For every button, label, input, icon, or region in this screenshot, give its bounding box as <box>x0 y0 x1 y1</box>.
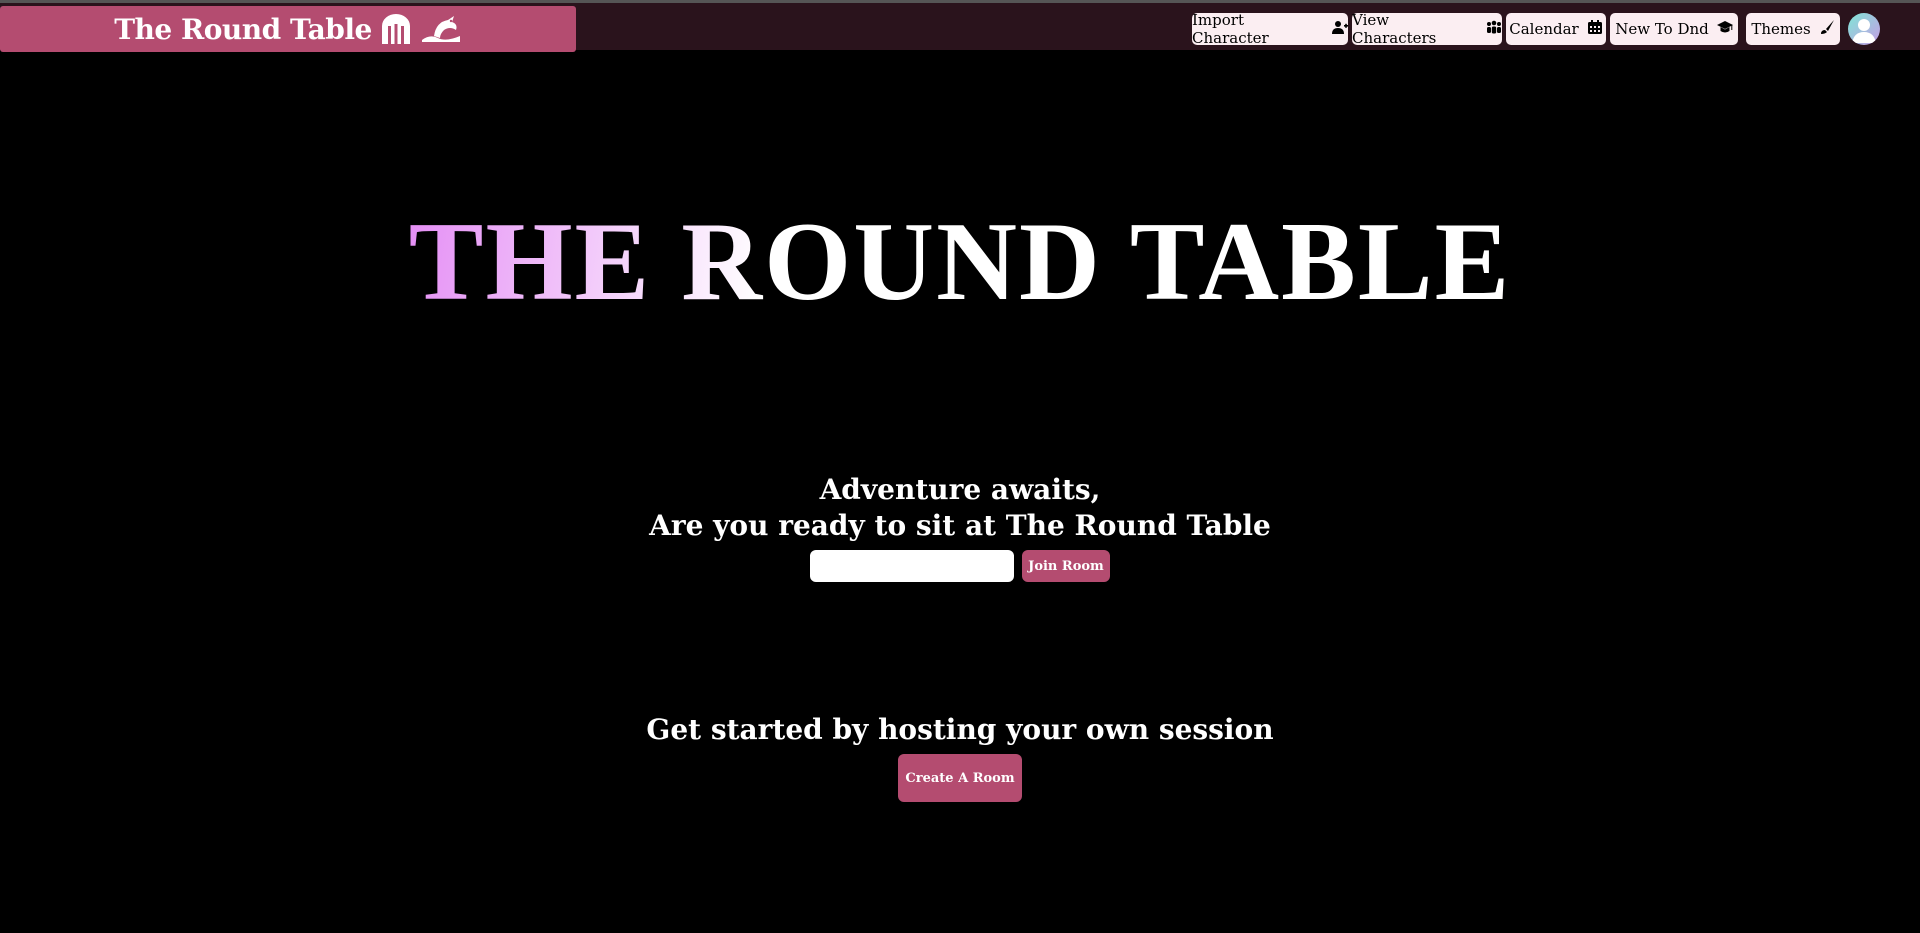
user-avatar[interactable] <box>1848 13 1880 45</box>
nav-label: Themes <box>1751 20 1811 38</box>
ready-to-sit-text: Are you ready to sit at The Round Table <box>649 509 1271 542</box>
create-room-button[interactable]: Create A Room <box>898 754 1022 802</box>
nav-label: Import Character <box>1192 11 1269 47</box>
adventure-awaits-text: Adventure awaits, <box>819 473 1101 506</box>
brand-title: The Round Table <box>114 12 372 46</box>
calendar-icon <box>1587 19 1603 39</box>
new-to-dnd-button[interactable]: New To Dnd <box>1610 13 1738 45</box>
dragon-icon <box>420 14 462 44</box>
user-plus-icon <box>1332 19 1348 39</box>
brand-logo[interactable]: The Round Table <box>0 6 576 52</box>
room-code-input[interactable] <box>810 550 1014 582</box>
castle-gate-icon <box>380 14 412 44</box>
graduation-cap-icon <box>1716 19 1733 39</box>
nav-label: New To Dnd <box>1615 20 1709 38</box>
import-character-button[interactable]: Import Character <box>1192 11 1348 47</box>
host-session-text: Get started by hosting your own session <box>646 713 1274 746</box>
themes-button[interactable]: Themes <box>1746 13 1840 45</box>
paint-brush-icon <box>1819 19 1835 39</box>
top-navbar: The Round Table Import Character View Ch… <box>0 0 1920 52</box>
join-room-form: Join Room <box>810 550 1110 582</box>
join-room-button[interactable]: Join Room <box>1022 550 1110 582</box>
nav-label: Calendar <box>1509 20 1579 38</box>
calendar-button[interactable]: Calendar <box>1506 13 1606 45</box>
view-characters-button[interactable]: View Characters <box>1352 11 1502 47</box>
users-icon <box>1486 19 1502 39</box>
hero-title: THE ROUND TABLE <box>0 202 1920 322</box>
nav-label: View Characters <box>1352 11 1437 47</box>
